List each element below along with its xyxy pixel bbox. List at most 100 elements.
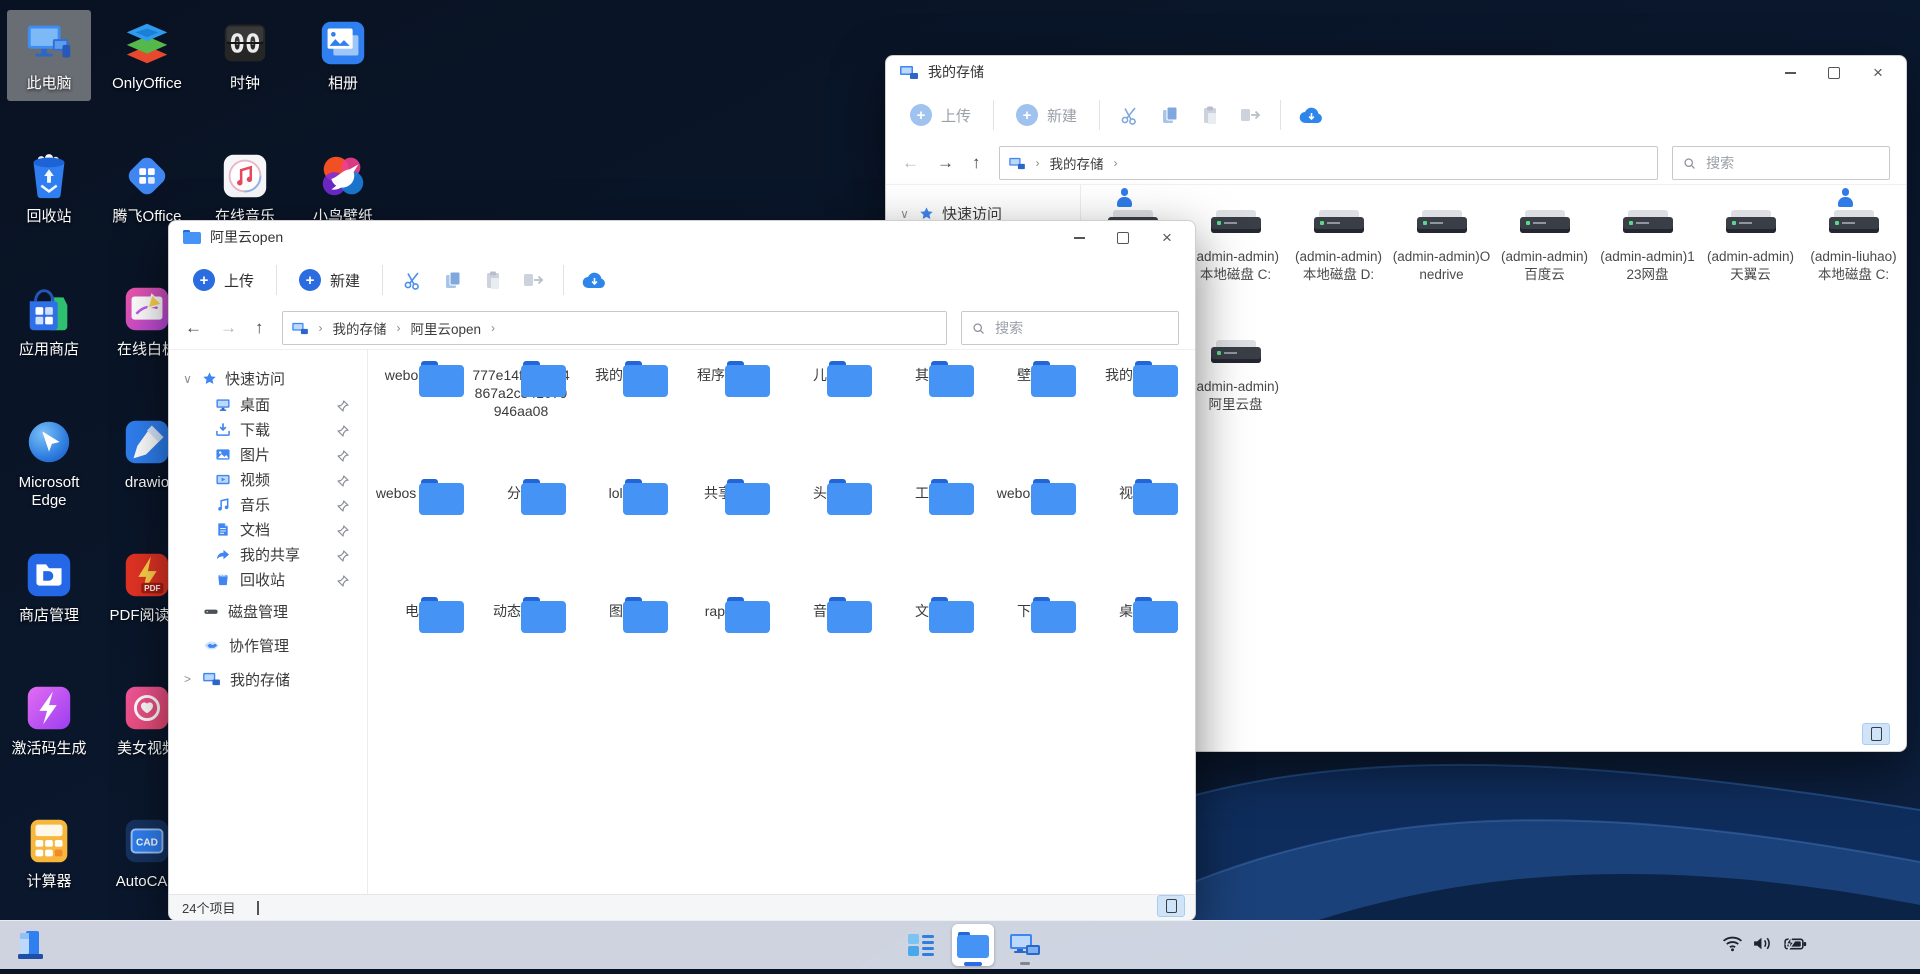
folder-item[interactable]: 视频 bbox=[1082, 479, 1184, 597]
folder-item[interactable]: rapper bbox=[674, 597, 776, 715]
maximize-button[interactable] bbox=[1101, 224, 1145, 252]
folder-item[interactable]: 动态壁纸 bbox=[470, 597, 572, 715]
sidebar-item-my-storage[interactable]: > 我的存储 bbox=[169, 664, 367, 694]
sidebar-item-recycle-bin[interactable]: 回收站 bbox=[169, 567, 367, 592]
drive-item[interactable]: (admin-liuhao)本地磁盘 C: bbox=[1802, 188, 1905, 318]
folder-item[interactable]: webos 工程图 bbox=[368, 479, 470, 597]
desktop-icon-store-manage[interactable]: 商店管理 bbox=[7, 542, 91, 633]
breadcrumb-item[interactable]: 我的存储 bbox=[1050, 153, 1104, 173]
forward-button[interactable]: → bbox=[937, 153, 954, 173]
cut-button[interactable] bbox=[1110, 95, 1150, 135]
address-bar[interactable]: › 我的存储 › 阿里云open › bbox=[282, 311, 948, 345]
sidebar-item-documents[interactable]: 文档 bbox=[169, 517, 367, 542]
desktop-icon-app-store[interactable]: 应用商店 bbox=[7, 276, 91, 367]
folder-item[interactable]: 工具 bbox=[878, 479, 980, 597]
cut-button[interactable] bbox=[393, 260, 433, 300]
folder-item[interactable]: 电影 bbox=[368, 597, 470, 715]
upload-button[interactable]: +上传 bbox=[898, 104, 983, 126]
cloud-sync-button[interactable] bbox=[1291, 95, 1331, 135]
forward-button[interactable]: → bbox=[220, 318, 237, 338]
desktop-icon-onlyoffice[interactable]: OnlyOffice bbox=[105, 10, 189, 101]
desktop-icon-calculator[interactable]: 计算器 bbox=[7, 808, 91, 899]
sidebar-item-videos[interactable]: 视频 bbox=[169, 467, 367, 492]
sidebar-item-desktop[interactable]: 桌面 bbox=[169, 392, 367, 417]
drive-item[interactable]: (admin-admin)本地磁盘 C: bbox=[1184, 188, 1287, 318]
folder-item[interactable]: 图片 bbox=[572, 597, 674, 715]
folder-item[interactable]: 文档 bbox=[878, 597, 980, 715]
pin-icon[interactable] bbox=[337, 399, 349, 416]
start-button[interactable] bbox=[14, 928, 48, 962]
folder-item[interactable]: 分享 bbox=[470, 479, 572, 597]
drive-item[interactable]: (admin-admin)天翼云 bbox=[1699, 188, 1802, 318]
pin-icon[interactable] bbox=[337, 574, 349, 591]
folder-item[interactable]: 我的工作 bbox=[572, 361, 674, 479]
folder-item[interactable]: webos项目 bbox=[368, 361, 470, 479]
drive-item[interactable]: (admin-admin)百度云 bbox=[1493, 188, 1596, 318]
desktop-icon-clock[interactable]: 00 时钟 bbox=[203, 10, 287, 101]
maximize-button[interactable] bbox=[1812, 59, 1856, 87]
sidebar-item-collab-manage[interactable]: 协作管理 bbox=[169, 630, 367, 660]
pin-icon[interactable] bbox=[337, 499, 349, 516]
view-toggle-button[interactable] bbox=[1157, 895, 1185, 917]
folder-item[interactable]: 我的游戏 bbox=[1082, 361, 1184, 479]
folder-item[interactable]: 其它 bbox=[878, 361, 980, 479]
search-box[interactable] bbox=[961, 311, 1179, 345]
drive-item[interactable]: (admin-admin)Onedrive bbox=[1390, 188, 1493, 318]
desktop-icon-microsoft-edge[interactable]: Microsoft Edge bbox=[7, 409, 91, 518]
folder-item[interactable]: 777e14f3d42a4867a2c841079946aa08 bbox=[470, 361, 572, 479]
desktop-icon-photos[interactable]: 相册 bbox=[301, 10, 385, 101]
cloud-sync-button[interactable] bbox=[574, 260, 614, 300]
move-button[interactable] bbox=[513, 260, 553, 300]
breadcrumb-item[interactable]: 我的存储 bbox=[333, 318, 387, 338]
new-button[interactable]: +新建 bbox=[1004, 104, 1089, 126]
titlebar[interactable]: 阿里云open × bbox=[169, 221, 1195, 253]
titlebar[interactable]: 我的存储 × bbox=[886, 56, 1906, 88]
sidebar-item-disk-manage[interactable]: 磁盘管理 bbox=[169, 596, 367, 626]
taskbar-app-my-computer[interactable] bbox=[1004, 924, 1046, 966]
pin-icon[interactable] bbox=[337, 449, 349, 466]
sidebar-item-pictures[interactable]: 图片 bbox=[169, 442, 367, 467]
breadcrumb-item[interactable]: 阿里云open bbox=[411, 318, 482, 338]
sidebar-quick-access[interactable]: ∨ 快速访问 bbox=[169, 365, 367, 392]
upload-button[interactable]: +上传 bbox=[181, 269, 266, 291]
back-button[interactable]: ← bbox=[185, 318, 202, 338]
folder-item[interactable]: webos视频 bbox=[980, 479, 1082, 597]
taskbar-app-file-explorer[interactable] bbox=[952, 924, 994, 966]
up-button[interactable]: ↑ bbox=[972, 153, 981, 173]
minimize-button[interactable] bbox=[1057, 224, 1101, 252]
back-button[interactable]: ← bbox=[902, 153, 919, 173]
new-button[interactable]: +新建 bbox=[287, 269, 372, 291]
wifi-icon[interactable] bbox=[1722, 935, 1743, 957]
pin-icon[interactable] bbox=[337, 549, 349, 566]
taskbar-app-launcher[interactable] bbox=[900, 924, 942, 966]
drive-item[interactable]: (admin-admin)本地磁盘 D: bbox=[1287, 188, 1390, 318]
minimize-button[interactable] bbox=[1768, 59, 1812, 87]
move-button[interactable] bbox=[1230, 95, 1270, 135]
folder-item[interactable]: 程序源码 bbox=[674, 361, 776, 479]
folder-item[interactable]: 儿童 bbox=[776, 361, 878, 479]
drive-item[interactable]: (admin-admin)123网盘 bbox=[1596, 188, 1699, 318]
folder-item[interactable]: lolzb bbox=[572, 479, 674, 597]
folder-item[interactable]: 桌面 bbox=[1082, 597, 1184, 715]
drive-item[interactable]: (admin-admin)阿里云盘 bbox=[1184, 318, 1287, 448]
paste-button[interactable] bbox=[1190, 95, 1230, 135]
copy-button[interactable] bbox=[1150, 95, 1190, 135]
pin-icon[interactable] bbox=[337, 474, 349, 491]
search-input[interactable] bbox=[1704, 154, 1879, 172]
search-input[interactable] bbox=[993, 319, 1168, 337]
sidebar-item-my-share[interactable]: 我的共享 bbox=[169, 542, 367, 567]
desktop-icon-this-pc[interactable]: 此电脑 bbox=[7, 10, 91, 101]
folder-item[interactable]: 下载 bbox=[980, 597, 1082, 715]
volume-icon[interactable] bbox=[1752, 935, 1773, 957]
search-box[interactable] bbox=[1672, 146, 1890, 180]
pin-icon[interactable] bbox=[337, 424, 349, 441]
battery-icon[interactable] bbox=[1782, 936, 1807, 956]
folder-item[interactable]: 头像 bbox=[776, 479, 878, 597]
pin-icon[interactable] bbox=[337, 524, 349, 541]
paste-button[interactable] bbox=[473, 260, 513, 300]
desktop-icon-activation-code[interactable]: 激活码生成 bbox=[7, 675, 91, 766]
close-button[interactable]: × bbox=[1856, 59, 1900, 87]
copy-button[interactable] bbox=[433, 260, 473, 300]
up-button[interactable]: ↑ bbox=[255, 318, 264, 338]
folder-item[interactable]: 音乐 bbox=[776, 597, 878, 715]
